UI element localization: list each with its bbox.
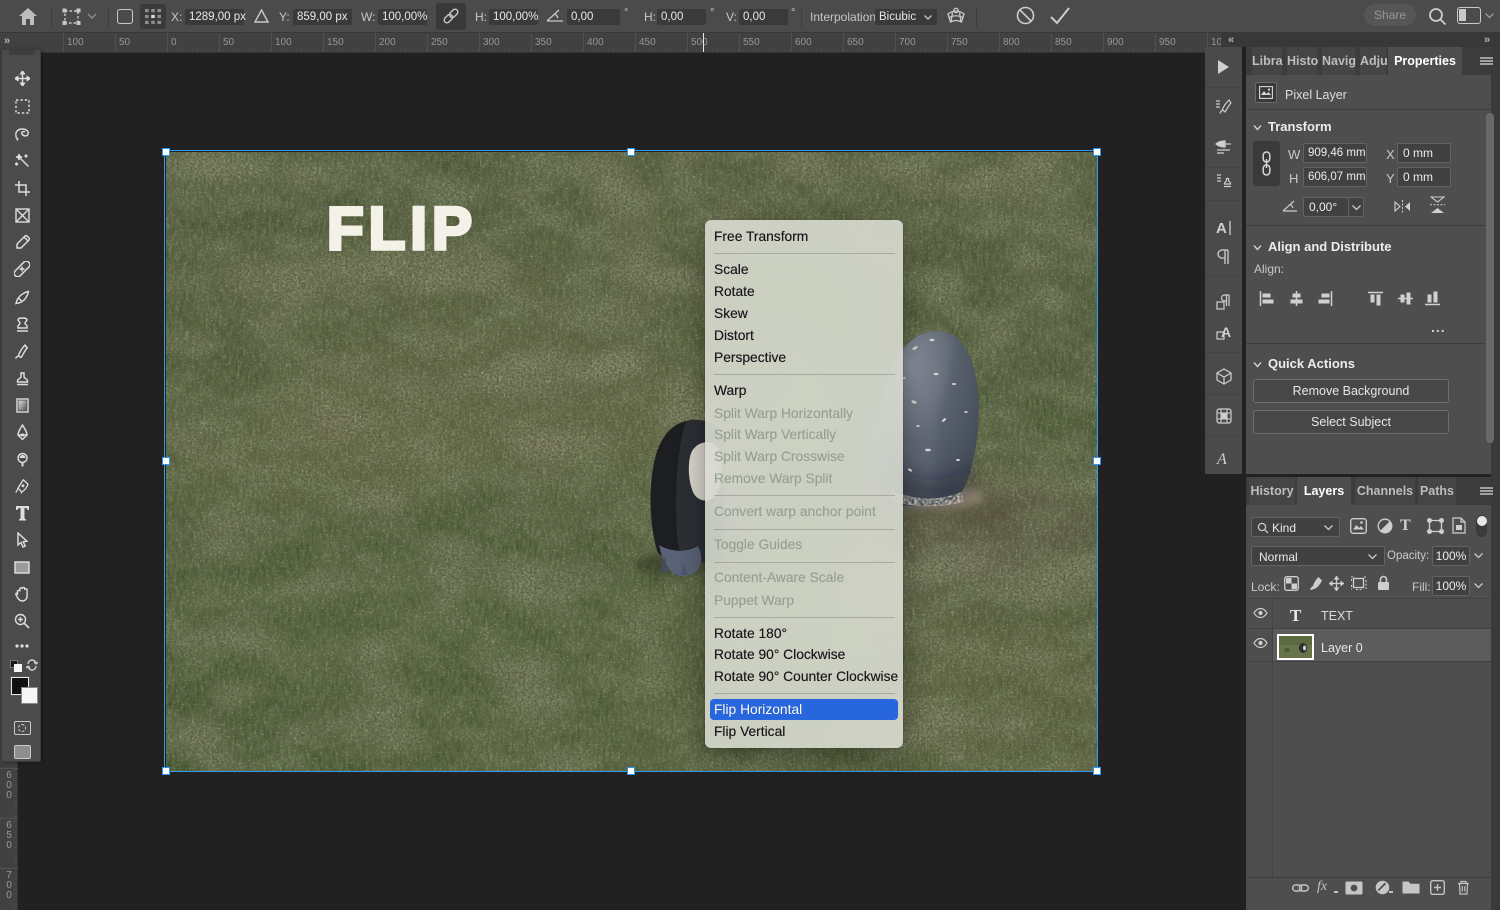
svg-text:A: A [1216,451,1227,467]
svg-text:A: A [1221,324,1231,340]
svg-text:A: A [1216,220,1227,236]
svg-text:FLIP: FLIP [327,195,477,262]
